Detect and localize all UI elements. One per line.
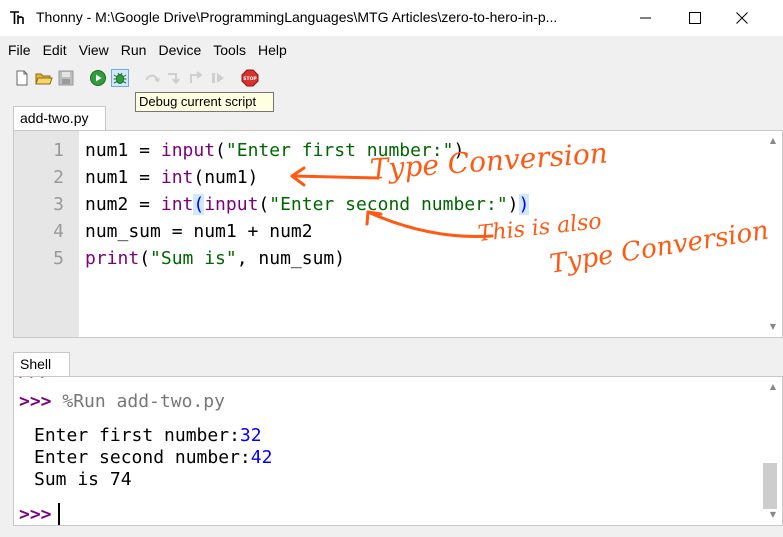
- line-number: 4: [53, 221, 64, 242]
- code-line-3: num2 = int(input("Enter second number:")…: [85, 191, 530, 218]
- step-out-icon[interactable]: [187, 69, 205, 87]
- menu-edit[interactable]: Edit: [43, 39, 67, 61]
- line-number-gutter: 1 2 3 4 5: [14, 131, 79, 337]
- line-number: 3: [53, 194, 64, 215]
- shell-prompt-partial: >>>: [19, 377, 52, 385]
- scroll-up-icon[interactable]: ▲: [765, 379, 781, 395]
- code-line-5: print("Sum is", num_sum): [85, 245, 345, 272]
- scroll-up-icon[interactable]: ▲: [765, 133, 781, 149]
- line-number: 5: [53, 248, 64, 269]
- code-token: (: [139, 248, 151, 269]
- thonny-window: Thonny - M:\Google Drive\ProgrammingLang…: [0, 0, 783, 537]
- svg-text:STOP: STOP: [243, 76, 257, 82]
- menu-tools[interactable]: Tools: [213, 39, 246, 61]
- shell-user-input: 42: [250, 447, 273, 468]
- menu-device[interactable]: Device: [158, 39, 201, 61]
- tab-add-two-py[interactable]: add-two.py: [13, 106, 106, 130]
- shell-output-line: Sum is 74: [34, 469, 132, 490]
- step-over-icon[interactable]: [143, 69, 161, 87]
- code-token: (num1): [193, 167, 259, 188]
- new-file-icon[interactable]: [13, 69, 31, 87]
- shell-prompt: >>>: [19, 391, 52, 412]
- code-line-4: num_sum = num1 + num2: [85, 221, 313, 242]
- code-token: (: [258, 194, 270, 215]
- shell-output-text: Enter second number:: [34, 447, 251, 468]
- minimize-icon: [640, 17, 651, 19]
- code-keyword: int: [160, 194, 194, 215]
- scroll-down-icon[interactable]: ▼: [765, 319, 781, 335]
- code-keyword: int: [160, 167, 194, 188]
- thonny-logo-icon: [10, 11, 24, 24]
- scroll-down-icon[interactable]: ▼: [765, 507, 781, 523]
- menu-run[interactable]: Run: [121, 39, 147, 61]
- code-paren-highlight: ): [518, 194, 530, 215]
- close-icon: [736, 12, 748, 24]
- shell-prompt: >>>: [19, 377, 52, 384]
- debug-icon[interactable]: [111, 69, 129, 87]
- text-cursor: [57, 503, 60, 525]
- shell-run-line: >>> %Run add-two.py: [19, 391, 225, 413]
- code-keyword: print: [85, 248, 140, 269]
- code-token: , num_sum): [236, 248, 346, 269]
- shell-user-input: 32: [239, 425, 262, 446]
- title-bar: Thonny - M:\Google Drive\ProgrammingLang…: [0, 0, 783, 36]
- shell-input-line[interactable]: >>>: [19, 503, 60, 525]
- scrollbar-thumb[interactable]: [763, 463, 777, 509]
- stop-icon[interactable]: STOP: [241, 69, 259, 87]
- tab-label: Shell: [20, 356, 52, 372]
- line-number: 1: [53, 140, 64, 161]
- save-icon[interactable]: [57, 69, 75, 87]
- tab-shell[interactable]: Shell: [13, 352, 70, 376]
- shell-prompt: >>>: [19, 504, 52, 525]
- code-token: num2 =: [85, 194, 161, 215]
- close-button[interactable]: [719, 0, 765, 36]
- code-string: "Sum is": [150, 248, 237, 269]
- tooltip: Debug current script: [135, 92, 274, 112]
- code-paren-highlight: (: [193, 194, 205, 215]
- maximize-icon: [689, 12, 701, 24]
- open-folder-icon[interactable]: [35, 69, 53, 87]
- code-token: num1 =: [85, 140, 161, 161]
- menu-help[interactable]: Help: [258, 39, 287, 61]
- shell-output-line: Enter first number:32: [34, 425, 262, 447]
- menu-file[interactable]: File: [8, 39, 31, 61]
- minimize-button[interactable]: [623, 0, 669, 36]
- run-icon[interactable]: [89, 69, 107, 87]
- code-line-2: num1 = int(num1): [85, 164, 258, 191]
- tab-label: add-two.py: [20, 110, 89, 126]
- menu-bar: File Edit View Run Device Tools Help: [0, 38, 783, 62]
- code-token: num1 =: [85, 167, 161, 188]
- toolbar: STOP: [0, 66, 783, 92]
- window-title: Thonny - M:\Google Drive\ProgrammingLang…: [36, 9, 558, 25]
- shell-output-text: Enter first number:: [34, 425, 240, 446]
- code-keyword: input: [204, 194, 259, 215]
- maximize-button[interactable]: [672, 0, 718, 36]
- menu-view[interactable]: View: [79, 39, 109, 61]
- code-keyword: input: [160, 140, 216, 161]
- code-token: ): [507, 194, 519, 215]
- code-token: (: [215, 140, 226, 161]
- line-number: 2: [53, 167, 64, 188]
- step-into-icon[interactable]: [165, 69, 183, 87]
- code-string: "Enter second number:": [269, 194, 508, 215]
- resume-icon[interactable]: [209, 69, 227, 87]
- shell-output-line: Enter second number:42: [34, 447, 272, 469]
- shell-command: %Run add-two.py: [62, 391, 225, 412]
- shell-panel[interactable]: >>> >>> %Run add-two.py Enter first numb…: [13, 376, 783, 526]
